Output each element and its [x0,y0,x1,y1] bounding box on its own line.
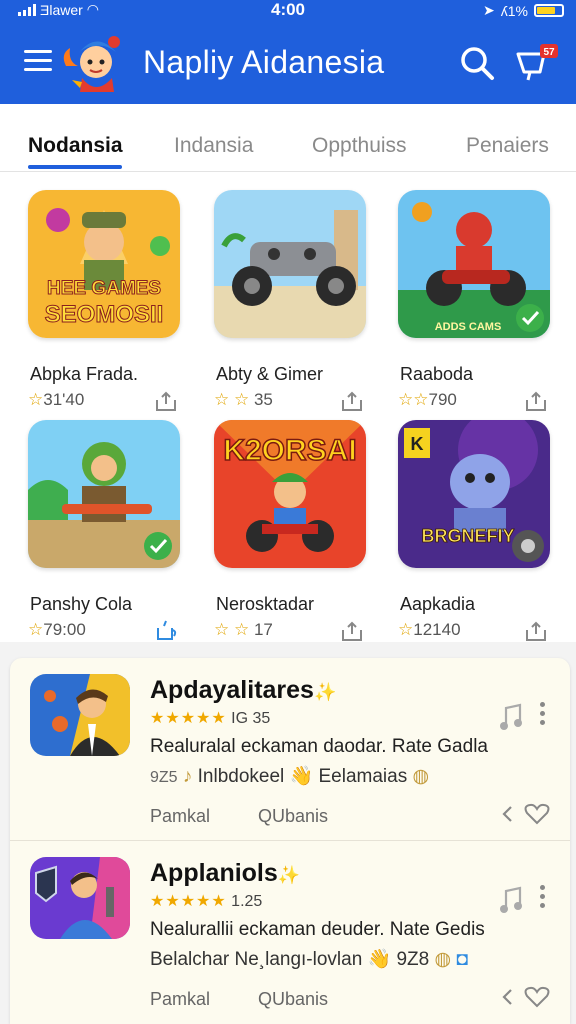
tab-indansia[interactable]: Indansia [174,134,253,158]
more-icon[interactable] [538,885,546,909]
game-rating: ☆79:00 [28,620,86,639]
app-icon [30,674,130,756]
game-rating: ☆31'40 [28,390,85,409]
game-name: Abpka Frada. [30,364,139,384]
heart-icon[interactable] [524,802,550,826]
game-name: Aapkadia [400,594,476,614]
location-icon: ➤ [483,2,495,18]
app-subline: Belalchar Ne¸langı-lovlan 👋 9Z8 ◍ ◘ [150,949,468,970]
share-icon[interactable] [524,390,548,412]
app-description: Realuralal eckaman daodar. Rate Gadla [150,736,488,757]
chevron-left-icon[interactable] [500,987,514,1007]
action-qubanis[interactable]: QUbanis [258,806,328,827]
game-thumbnail [214,190,366,338]
action-qubanis[interactable]: QUbanis [258,989,328,1010]
action-pamkal[interactable]: Pamkal [150,806,210,827]
tab-penaiers[interactable]: Penaiers [466,134,549,158]
share-icon[interactable] [524,620,548,642]
chevron-left-icon[interactable] [500,804,514,824]
cup-icon[interactable] [154,620,178,642]
music-note-icon[interactable] [498,885,524,915]
search-icon[interactable] [458,44,496,82]
status-bar: Ǝlawer ◠ 4:00 ➤ ʎ1% [0,0,576,20]
share-icon[interactable] [340,620,364,642]
game-name: Raaboda [400,364,474,384]
game-card[interactable]: Panshy Cola ☆79:00 [28,420,184,640]
more-icon[interactable] [538,702,546,726]
game-thumbnail [28,420,180,568]
tab-bar: Nodansia Indansia Oppthuiss Penaiers [0,104,576,172]
app-title-label: Applaniols✨ [150,859,301,887]
app-subline: 9Z5 ♪ Inlbdokeel 👋 Eelamaias ◍ [150,766,430,787]
app-rating: ★★★★★ 1.25 [150,893,263,910]
music-note-icon[interactable] [498,702,524,732]
game-card[interactable]: K2ORSAI Nerosktadar ☆ ☆ 17 [214,420,370,641]
game-rating: ☆ ☆ 35 [214,390,273,409]
game-grid: HEE GAMES SEOMOSII Abpka Frada. ☆31'40 A… [0,172,576,642]
status-right: ➤ ʎ1% [483,2,564,19]
menu-icon[interactable] [24,50,52,72]
svg-text:HEE GAMES: HEE GAMES [47,278,161,299]
app-title: Napliy Aidanesia [143,44,385,80]
game-thumbnail: K2ORSAI [214,420,366,568]
svg-text:SEOMOSII: SEOMOSII [45,301,164,328]
cart-icon[interactable]: 57 [514,42,560,84]
game-card[interactable]: ADDS CAMS Raaboda ☆☆790 [398,190,554,411]
heart-icon[interactable] [524,985,550,1009]
game-thumbnail: K BRGNEFIY [398,420,550,568]
list-item[interactable]: Applaniols✨ ★★★★★ 1.25 Nealurallii eckam… [10,840,570,1022]
mascot-logo [58,26,130,98]
tab-oppthuiss[interactable]: Oppthuiss [312,134,407,158]
game-rating: ☆ ☆ 17 [214,620,273,639]
game-name: Nerosktadar [216,594,315,614]
app-description: Nealurallii eckaman deuder. Nate Gedis [150,919,485,940]
game-name: Panshy Cola [30,594,133,614]
action-pamkal[interactable]: Pamkal [150,989,210,1010]
game-thumbnail: ADDS CAMS [398,190,550,338]
svg-text:BRGNEFIY: BRGNEFIY [421,526,514,546]
game-thumbnail: HEE GAMES SEOMOSII [28,190,180,338]
game-rating: ☆☆790 [398,390,457,409]
app-bar: Napliy Aidanesia 57 [0,20,576,104]
app-rating: ★★★★★ IG 35 [150,710,271,727]
app-list: Apdayalitares✨ ★★★★★ IG 35 Realuralal ec… [10,658,570,1024]
svg-text:ADDS CAMS: ADDS CAMS [435,321,502,333]
battery-label: ʎ1% [500,2,528,19]
tab-nodansia[interactable]: Nodansia [28,134,123,158]
svg-text:K: K [411,434,424,454]
game-card[interactable]: K BRGNEFIY Aapkadia ☆12140 [398,420,554,641]
app-title-label: Apdayalitares✨ [150,676,337,704]
game-card[interactable]: HEE GAMES SEOMOSII Abpka Frada. ☆31'40 [28,190,184,411]
game-name: Abty & Gimer [216,364,324,384]
active-tab-indicator [28,165,122,169]
battery-icon [534,4,564,17]
game-rating: ☆12140 [398,620,461,639]
share-icon[interactable] [154,390,178,412]
app-icon [30,857,130,939]
share-icon[interactable] [340,390,364,412]
game-card[interactable]: Abty & Gimer ☆ ☆ 35 [214,190,370,411]
svg-text:K2ORSAI: K2ORSAI [223,434,356,467]
cart-badge: 57 [543,47,555,58]
list-item[interactable]: Apdayalitares✨ ★★★★★ IG 35 Realuralal ec… [10,658,570,840]
